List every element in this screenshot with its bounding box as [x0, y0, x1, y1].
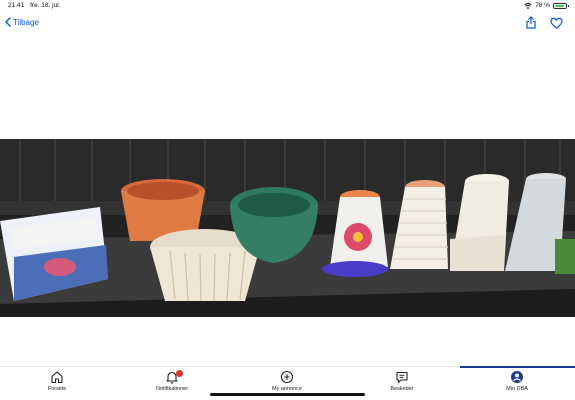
tab-label-min-dba: Min DBA — [506, 386, 528, 392]
back-button[interactable]: Tilbage — [5, 17, 39, 27]
notification-badge — [176, 370, 183, 377]
share-icon — [526, 16, 536, 29]
plus-circle-icon — [280, 370, 294, 384]
battery-percent: 78 % — [535, 2, 550, 9]
chat-icon — [396, 371, 408, 384]
battery-icon — [553, 2, 569, 9]
profile-icon — [511, 371, 523, 383]
tab-label-my-annonce: My annonce — [272, 386, 302, 392]
listing-photo[interactable] — [0, 139, 575, 317]
heart-icon — [550, 17, 563, 29]
wifi-icon — [524, 2, 532, 9]
tab-label-forside: Forside — [47, 386, 67, 392]
status-time: 21.41 — [8, 2, 25, 9]
tab-my-annonce[interactable]: My annonce — [242, 370, 332, 392]
tab-forside[interactable]: Forside — [12, 370, 102, 392]
back-label: Tilbage — [13, 17, 39, 27]
status-bar: 21.41 fre. 18. jul. 78 % — [0, 0, 575, 12]
tab-min-dba[interactable]: Min DBA — [472, 370, 562, 392]
status-date: fre. 18. jul. — [30, 2, 61, 9]
nav-actions — [526, 16, 563, 34]
nav-bar: Tilbage — [0, 12, 575, 36]
tab-label-notifikationer: Notifikationer — [155, 386, 189, 392]
tab-notifikationer[interactable]: Notifikationer — [127, 370, 217, 392]
tab-label-beskeder: Beskeder — [390, 386, 414, 392]
home-icon — [51, 371, 63, 384]
tab-beskeder[interactable]: Beskeder — [357, 370, 447, 392]
active-tab-indicator — [460, 366, 575, 368]
home-indicator — [210, 393, 365, 396]
chevron-left-icon — [5, 17, 11, 27]
status-right: 78 % — [524, 2, 569, 9]
share-button[interactable] — [526, 16, 536, 34]
status-left: 21.41 fre. 18. jul. — [8, 2, 60, 9]
favorite-button[interactable] — [550, 16, 563, 34]
battery-fill — [555, 4, 565, 7]
